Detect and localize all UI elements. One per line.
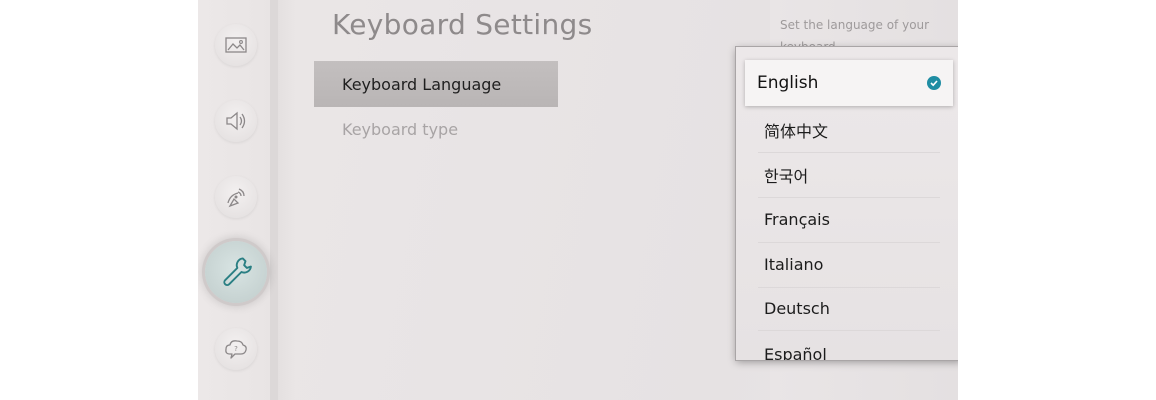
option-label: Deutsch [764,299,830,318]
language-dropdown[interactable]: English 简体中文 한국어 Français Italiano Deuts… [736,47,958,360]
option-label: Français [764,210,830,229]
sidebar-divider [270,0,278,400]
menu-item-label: Keyboard Language [342,74,502,94]
option-label: Español [764,345,827,360]
language-option-selected[interactable]: English [745,60,953,106]
sidebar-item-picture[interactable] [215,24,257,66]
check-icon [927,76,941,90]
sidebar-item-general[interactable] [205,241,267,303]
settings-panel: Keyboard Settings Keyboard Language Keyb… [302,0,770,400]
language-option[interactable]: Deutsch [736,286,958,331]
sidebar-item-support[interactable]: ? [215,328,257,370]
sidebar-item-sound[interactable] [215,100,257,142]
svg-text:?: ? [234,345,238,353]
menu-item-keyboard-type[interactable]: Keyboard type [314,106,558,152]
divider [758,330,940,331]
sound-icon [226,111,246,131]
language-option[interactable]: Español [736,332,958,360]
menu-item-keyboard-language[interactable]: Keyboard Language [314,61,558,107]
support-icon: ? [225,340,247,359]
page-title: Keyboard Settings [332,8,593,41]
tv-settings-screen: ? Keyboard Settings Keyboard Language Ke… [198,0,958,400]
language-option[interactable]: Français [736,197,958,242]
sidebar-item-broadcasting[interactable] [215,176,257,218]
option-label: 简体中文 [764,121,829,141]
language-option[interactable]: Italiano [736,242,958,287]
wrench-icon [223,257,252,286]
picture-icon [225,37,247,53]
language-option[interactable]: 简体中文 [736,107,958,152]
option-label: Italiano [764,255,824,274]
broadcasting-icon [227,188,245,208]
sidebar: ? [198,0,278,400]
menu-item-label: Keyboard type [342,119,459,139]
option-label: 한국어 [764,166,809,186]
panel-edge [278,0,296,400]
option-label: English [757,73,819,93]
language-option[interactable]: 한국어 [736,152,958,197]
